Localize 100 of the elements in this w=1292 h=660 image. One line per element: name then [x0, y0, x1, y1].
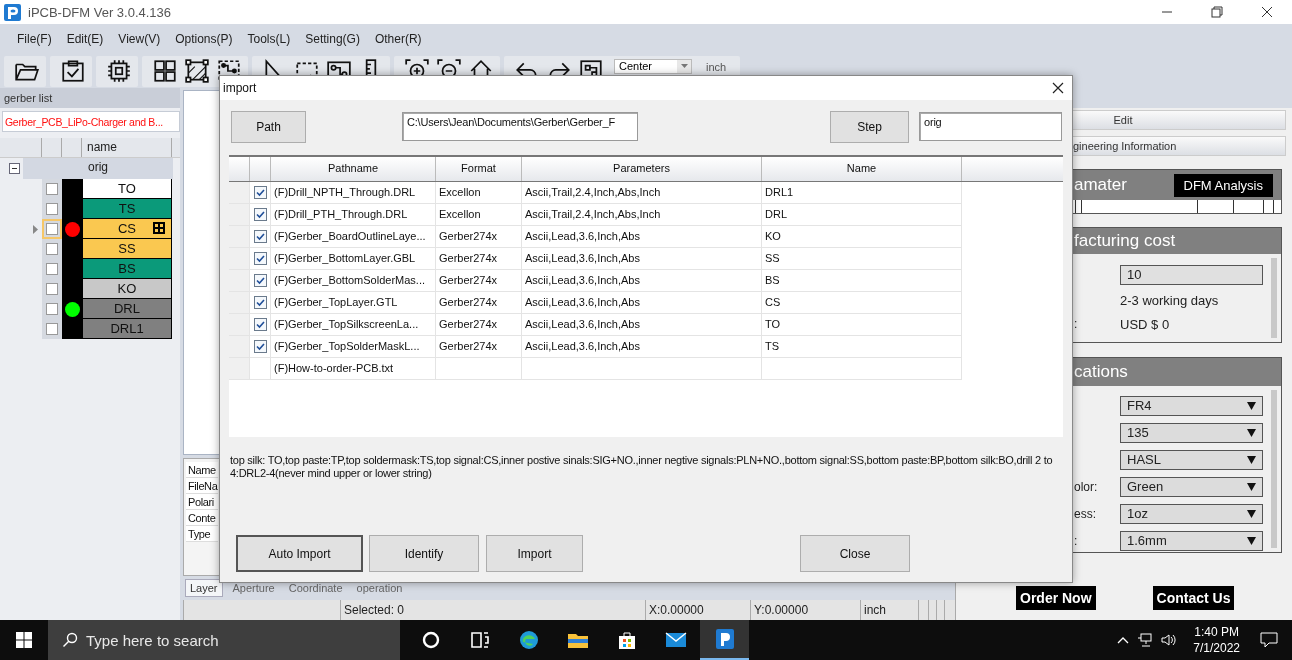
table-cell: (F)Drill_NPTH_Through.DRL	[271, 182, 436, 204]
panel-title: gerber list	[0, 88, 180, 108]
select-box[interactable]: FR4	[1120, 395, 1263, 416]
job-tab[interactable]: Gerber_PCB_LiPo-Charger and B...	[2, 111, 180, 132]
chevron-up-icon[interactable]	[1117, 636, 1130, 644]
menu-item[interactable]: File(F)	[10, 29, 59, 49]
search-field[interactable]: Type here to search	[48, 620, 400, 660]
step-row[interactable]: orig	[23, 158, 173, 179]
dfm-analysis-button[interactable]: DFM Analysis	[1173, 173, 1273, 197]
layer-name[interactable]: BS	[82, 259, 172, 279]
scrollbar[interactable]	[1271, 258, 1277, 338]
select-box[interactable]: 1oz	[1120, 503, 1263, 524]
dropdown-arrow-icon	[1247, 428, 1256, 437]
step-button[interactable]: Step	[830, 110, 909, 143]
select-box[interactable]: 1.6mm	[1120, 530, 1263, 551]
menu-item[interactable]: Options(P)	[168, 29, 240, 49]
panel-tab[interactable]: Layer	[185, 579, 223, 597]
menu-item[interactable]: Setting(G)	[298, 29, 367, 49]
row-checkbox[interactable]	[253, 274, 267, 287]
quantity-field[interactable]: 10	[1120, 265, 1263, 285]
row-checkbox[interactable]	[253, 186, 267, 199]
row-checkbox[interactable]	[253, 252, 267, 265]
collapse-icon[interactable]	[9, 163, 20, 174]
row-checkbox[interactable]	[253, 230, 267, 243]
clock-time[interactable]: 1:40 PM	[1193, 624, 1240, 640]
path-field[interactable]: C:\Users\Jean\Documents\Gerber\Gerber_F	[402, 112, 638, 141]
scrollbar[interactable]	[1271, 390, 1277, 548]
panel-tab[interactable]: operation	[352, 580, 407, 596]
align-dropdown[interactable]: Center	[614, 58, 692, 74]
menu-item[interactable]: Edit(E)	[59, 29, 111, 49]
grid-icon[interactable]	[152, 58, 178, 84]
volume-icon[interactable]	[1161, 633, 1178, 647]
path-button[interactable]: Path	[231, 110, 306, 143]
row-checkbox[interactable]	[253, 340, 267, 353]
table-cell: CS	[762, 292, 962, 314]
layer-checkbox[interactable]	[42, 319, 62, 339]
menu-item[interactable]: View(V)	[111, 29, 168, 49]
restore-icon[interactable]	[1211, 6, 1223, 18]
field-label: FileNa	[186, 478, 218, 494]
step-field[interactable]: orig	[919, 112, 1062, 141]
layer-name[interactable]: DRL1	[82, 319, 172, 339]
action-button[interactable]: Order Now	[1016, 586, 1096, 610]
layer-checkbox[interactable]	[42, 239, 62, 259]
table-cell: Ascii,Lead,3.6,Inch,Abs	[522, 248, 762, 270]
clock-date[interactable]: 7/1/2022	[1193, 640, 1240, 656]
row-checkbox[interactable]	[253, 208, 267, 221]
field-label: Name	[186, 462, 218, 478]
close-icon[interactable]	[1052, 82, 1064, 94]
table-cell: DRL	[762, 204, 962, 226]
layer-checkbox[interactable]	[42, 199, 62, 219]
layer-name[interactable]: TO	[82, 179, 172, 199]
panel-tab[interactable]: Aperture	[228, 580, 279, 596]
dialog-button[interactable]: Identify	[369, 535, 479, 572]
network-icon[interactable]	[1137, 633, 1154, 647]
notification-icon[interactable]	[1260, 632, 1278, 648]
layer-name[interactable]: CS	[82, 219, 172, 239]
unit-label: inch	[706, 60, 727, 73]
clipboard-check-icon[interactable]	[60, 58, 86, 84]
dropdown-arrow-icon	[1247, 536, 1256, 545]
table-cell: Ascii,Trail,2.4,Inch,Abs,Inch	[522, 204, 762, 226]
select-box[interactable]: HASL	[1120, 449, 1263, 470]
taskbar-app[interactable]	[700, 620, 749, 660]
table-cell: Gerber274x	[436, 270, 522, 292]
chip-icon[interactable]	[106, 58, 132, 84]
action-button[interactable]: Contact Us	[1152, 586, 1235, 610]
layer-name[interactable]: TS	[82, 199, 172, 219]
dropdown-arrow-icon	[1247, 482, 1256, 491]
menu-item[interactable]: Tools(L)	[240, 29, 298, 49]
field-label: olor:	[1074, 479, 1098, 494]
dialog-button[interactable]: Auto Import	[236, 535, 363, 572]
table-cell: (F)Gerber_TopLayer.GTL	[271, 292, 436, 314]
dropdown-arrow-icon	[680, 64, 688, 68]
area-icon[interactable]	[184, 58, 210, 84]
table-cell: Excellon	[436, 204, 522, 226]
layer-name[interactable]: KO	[82, 279, 172, 299]
menu-item[interactable]: Other(R)	[367, 29, 429, 49]
row-checkbox[interactable]	[253, 296, 267, 309]
field-label: Type	[186, 526, 218, 542]
select-box[interactable]: Green	[1120, 476, 1263, 497]
layer-checkbox[interactable]	[42, 219, 62, 239]
panel-tab[interactable]: Coordinate	[284, 580, 347, 596]
layer-name[interactable]: DRL	[82, 299, 172, 319]
dropdown-arrow-icon	[1247, 455, 1256, 464]
section-title: cations	[1074, 362, 1128, 382]
start-icon[interactable]	[16, 632, 32, 648]
table-cell: Excellon	[436, 182, 522, 204]
value-text: 2-3 working days	[1120, 292, 1220, 308]
select-box[interactable]: 135	[1120, 422, 1263, 443]
table-cell: SS	[762, 248, 962, 270]
table-cell: (F)Gerber_TopSolderMaskL...	[271, 336, 436, 358]
table-cell: TS	[762, 336, 962, 358]
section-title: amater	[1074, 175, 1127, 195]
table-cell: BS	[762, 270, 962, 292]
field-label: Polari	[186, 494, 218, 510]
layer-name[interactable]: SS	[82, 239, 172, 259]
row-checkbox[interactable]	[253, 318, 267, 331]
dialog-button[interactable]: Close	[800, 535, 910, 572]
dialog-button[interactable]: Import	[486, 535, 583, 572]
close-icon[interactable]	[1261, 6, 1273, 18]
column-header: Parameters	[522, 157, 762, 181]
